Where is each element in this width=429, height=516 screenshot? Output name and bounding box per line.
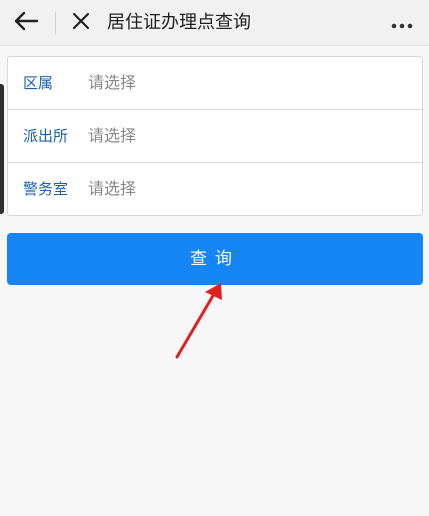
filter-form: 区属 请选择 派出所 请选择 警务室 请选择: [7, 56, 423, 216]
query-button[interactable]: 查询: [7, 233, 423, 285]
back-button[interactable]: [8, 0, 44, 46]
police-station-select[interactable]: 请选择: [88, 110, 408, 162]
district-select-row[interactable]: 区属 请选择: [8, 57, 422, 110]
police-station-select-row[interactable]: 派出所 请选择: [8, 110, 422, 163]
more-horizontal-icon: [391, 14, 413, 33]
edge-scroll-handle[interactable]: [0, 84, 4, 214]
district-select[interactable]: 请选择: [88, 57, 408, 109]
district-label: 区属: [23, 74, 54, 92]
page-title: 居住证办理点查询: [107, 12, 251, 33]
arrow-left-icon: [13, 11, 39, 35]
police-station-label: 派出所: [23, 127, 69, 145]
police-office-select-row[interactable]: 警务室 请选择: [8, 163, 422, 215]
close-button[interactable]: [66, 0, 96, 46]
police-office-select[interactable]: 请选择: [88, 163, 408, 215]
nav-divider: [55, 12, 56, 34]
close-icon: [71, 11, 91, 35]
more-options-button[interactable]: [387, 0, 417, 46]
top-navigation-bar: 居住证办理点查询: [0, 0, 429, 46]
police-office-label: 警务室: [23, 180, 69, 198]
